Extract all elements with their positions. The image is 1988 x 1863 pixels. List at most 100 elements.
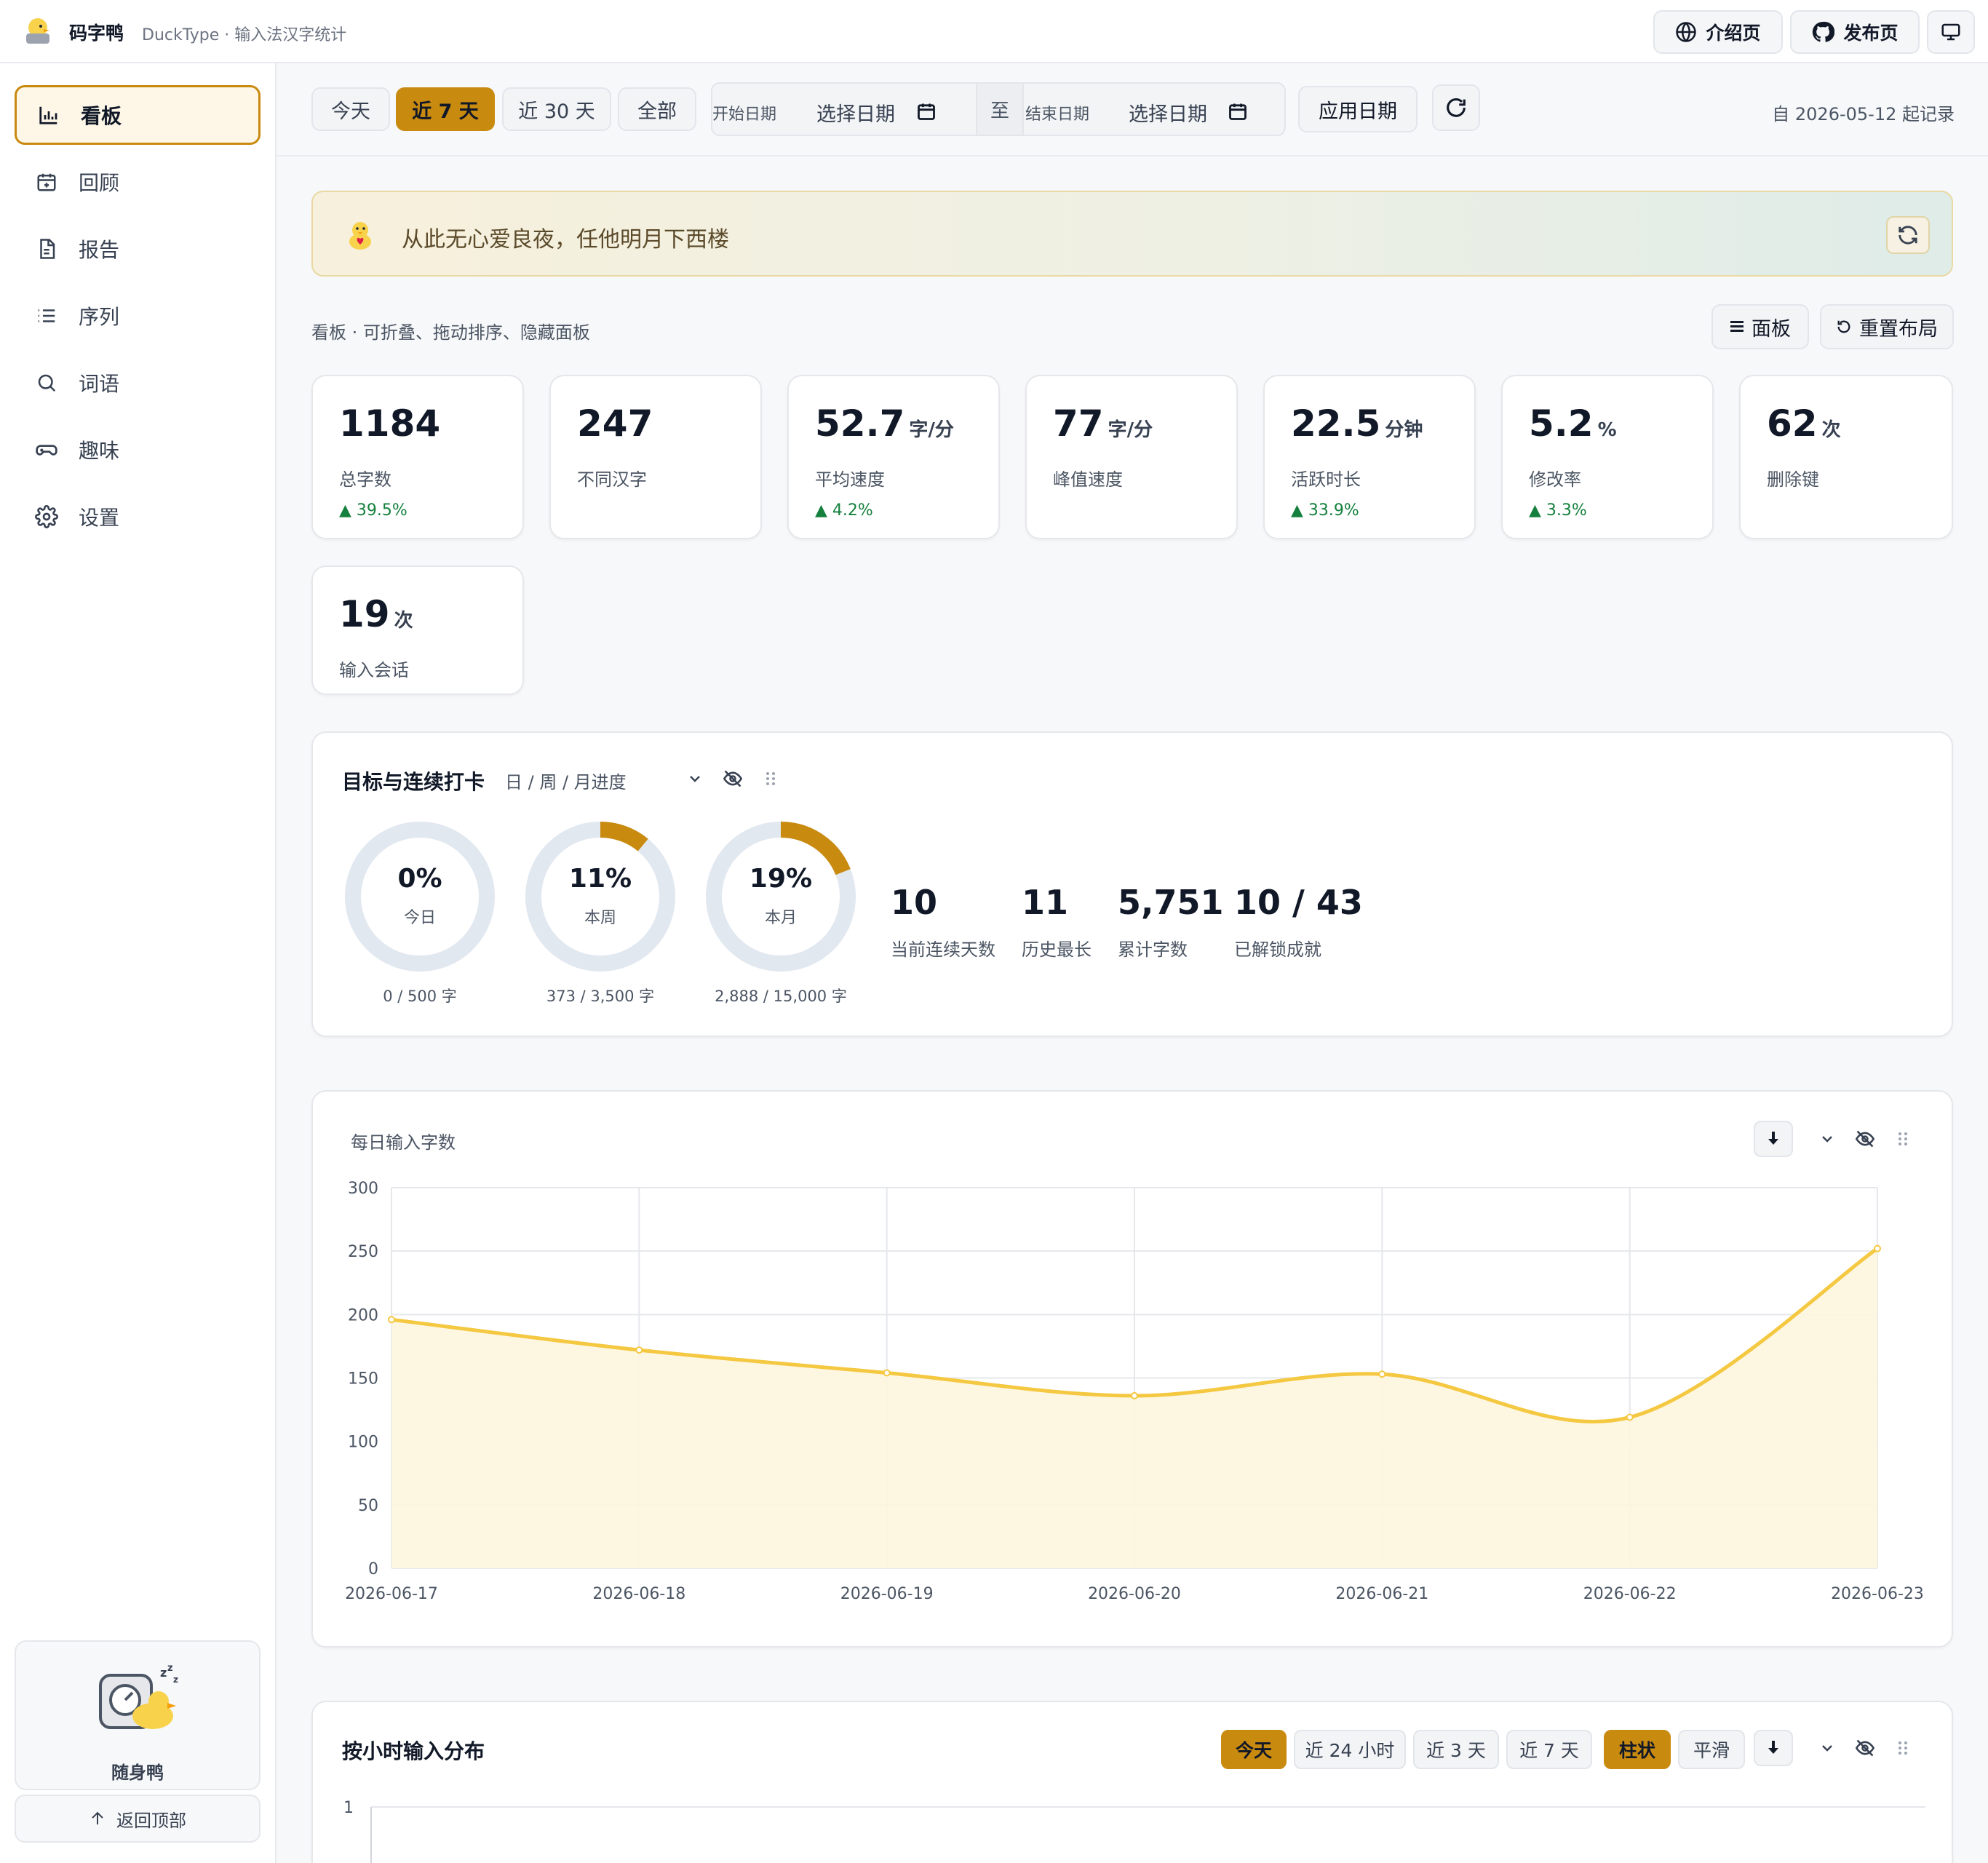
x-tick-label: 2026-06-18 bbox=[592, 1585, 685, 1603]
x-tick-label: 2026-06-20 bbox=[1088, 1585, 1181, 1603]
stat-card-peak-speed: 77 字/分 峰值速度 bbox=[1025, 375, 1238, 539]
y-tick-label: 100 bbox=[348, 1434, 378, 1452]
y-tick-label: 50 bbox=[358, 1497, 378, 1515]
total-chars-value: 5,751 bbox=[1118, 883, 1224, 922]
ring-caption: 373 / 3,500 字 bbox=[546, 988, 655, 1005]
sidebar-item-label: 序列 bbox=[79, 305, 120, 329]
globe-icon bbox=[1676, 22, 1697, 42]
stat-card-sessions: 19 次 输入会话 bbox=[311, 565, 524, 695]
reset-layout-button[interactable]: 重置布局 bbox=[1820, 304, 1954, 349]
sidebar-item-label: 回顾 bbox=[79, 171, 120, 195]
release-page-button[interactable]: 发布页 bbox=[1790, 10, 1920, 54]
quote-refresh-button[interactable] bbox=[1886, 216, 1930, 254]
sidebar-item-label: 报告 bbox=[79, 238, 120, 262]
data-point[interactable] bbox=[1874, 1244, 1881, 1252]
x-tick-label: 2026-06-21 bbox=[1335, 1585, 1428, 1603]
github-icon bbox=[1813, 21, 1835, 42]
chevron-down-icon[interactable] bbox=[683, 766, 707, 791]
data-point[interactable] bbox=[388, 1316, 395, 1324]
sidebar-item-sequence[interactable]: 序列 bbox=[15, 286, 261, 346]
range-today-button[interactable]: 今天 bbox=[311, 87, 390, 131]
sidebar-item-review[interactable]: 回顾 bbox=[15, 152, 261, 212]
date-toolbar: 今天 近 7 天 近 30 天 全部 开始日期 选择日期 至 结束日期 选择日期… bbox=[277, 63, 1988, 156]
back-to-top-button[interactable]: 返回顶部 bbox=[15, 1795, 261, 1843]
y-tick-label: 250 bbox=[348, 1243, 378, 1261]
stat-value: 5.2% bbox=[1529, 402, 1617, 445]
stat-unit: % bbox=[1597, 419, 1617, 441]
longest-streak-value: 11 bbox=[1022, 883, 1069, 922]
start-date-input[interactable]: 选择日期 bbox=[816, 98, 895, 127]
sidebar-item-report[interactable]: 报告 bbox=[15, 219, 261, 279]
range-all-button[interactable]: 全部 bbox=[618, 87, 696, 131]
y-tick-label: 1 bbox=[343, 1799, 354, 1817]
goals-subtitle: 日 / 周 / 月进度 bbox=[505, 772, 627, 793]
document-icon bbox=[33, 236, 60, 262]
back-to-top-label: 返回顶部 bbox=[116, 1810, 186, 1831]
stat-number: 19 bbox=[339, 593, 390, 635]
data-point[interactable] bbox=[1131, 1391, 1138, 1399]
stat-unit: 字/分 bbox=[1108, 419, 1153, 441]
stat-number: 52.7 bbox=[815, 402, 905, 445]
stat-value: 22.5 分钟 bbox=[1291, 402, 1423, 445]
mascot-label: 随身鸭 bbox=[111, 1763, 164, 1783]
ring-caption: 2,888 / 15,000 字 bbox=[715, 988, 847, 1005]
hide-panel-icon[interactable] bbox=[720, 766, 745, 791]
range-7d-button[interactable]: 近 7 天 bbox=[396, 87, 495, 131]
data-point[interactable] bbox=[883, 1369, 891, 1377]
ring-today: 0% 今日 bbox=[342, 819, 498, 974]
stat-number: 247 bbox=[577, 402, 653, 445]
sidebar-item-fun[interactable]: 趣味 bbox=[15, 420, 261, 480]
gamepad-icon bbox=[33, 437, 60, 463]
panels-button[interactable]: 面板 bbox=[1711, 304, 1809, 349]
stat-value: 77 字/分 bbox=[1053, 402, 1153, 445]
stat-number: 22.5 bbox=[1291, 402, 1381, 445]
apply-date-button[interactable]: 应用日期 bbox=[1298, 86, 1418, 132]
y-tick-label: 0 bbox=[368, 1560, 378, 1578]
stat-unit: 字/分 bbox=[909, 419, 954, 441]
stat-label: 输入会话 bbox=[339, 660, 409, 680]
stat-label: 平均速度 bbox=[815, 469, 885, 490]
stat-value: 62 次 bbox=[1767, 402, 1841, 445]
stat-label: 总字数 bbox=[339, 469, 391, 490]
stat-card-total-chars: 1184 总字数 ▲ 39.5% bbox=[311, 375, 524, 539]
end-date-input[interactable]: 选择日期 bbox=[1129, 98, 1207, 127]
stat-delta: ▲ 33.9% bbox=[1291, 501, 1359, 520]
current-streak-label: 当前连续天数 bbox=[891, 940, 995, 960]
stat-card-delete-keys: 62 次 删除键 bbox=[1739, 375, 1953, 539]
longest-streak-label: 历史最长 bbox=[1022, 940, 1092, 960]
date-separator: 至 bbox=[976, 84, 1024, 135]
refresh-icon bbox=[1447, 98, 1466, 117]
display-mode-button[interactable] bbox=[1927, 10, 1975, 54]
data-point[interactable] bbox=[1378, 1370, 1386, 1378]
achievements-label: 已解锁成就 bbox=[1234, 940, 1321, 960]
range-30d-button[interactable]: 近 30 天 bbox=[502, 87, 611, 131]
stat-card-edit-rate: 5.2% 修改率 ▲ 3.3% bbox=[1501, 375, 1714, 539]
data-point[interactable] bbox=[1626, 1413, 1634, 1421]
stat-value: 19 次 bbox=[339, 593, 413, 635]
app-subtitle: DuckType · 输入法汉字统计 bbox=[142, 26, 347, 44]
stat-number: 5.2 bbox=[1529, 402, 1594, 445]
mascot-card[interactable]: z z z 随身鸭 bbox=[15, 1640, 261, 1790]
calendar-icon[interactable] bbox=[916, 101, 937, 122]
achievements-value: 10 / 43 bbox=[1234, 883, 1363, 922]
calendar-icon[interactable] bbox=[1228, 101, 1248, 122]
y-tick-label: 150 bbox=[348, 1370, 378, 1389]
ring-percent: 11% bbox=[568, 864, 632, 894]
refresh-button[interactable] bbox=[1432, 84, 1480, 131]
intro-page-button[interactable]: 介绍页 bbox=[1653, 10, 1783, 54]
sidebar-item-settings[interactable]: 设置 bbox=[15, 487, 261, 547]
progress-ring bbox=[706, 822, 856, 972]
sidebar-item-words[interactable]: 词语 bbox=[15, 353, 261, 413]
data-point[interactable] bbox=[635, 1346, 643, 1354]
sidebar-item-label: 设置 bbox=[79, 506, 120, 530]
daily-chars-panel: 每日输入字数 0 50 100 150 200 250 300 2026-06-17 2026-… bbox=[311, 1090, 1953, 1648]
sidebar-item-dashboard[interactable]: 看板 bbox=[15, 85, 261, 145]
stat-value: 1184 bbox=[339, 402, 445, 445]
drag-handle-icon[interactable] bbox=[758, 766, 783, 791]
calendar-icon bbox=[33, 169, 60, 195]
app-name: 码字鸭 bbox=[69, 23, 124, 44]
stat-unit: 分钟 bbox=[1385, 419, 1423, 441]
main-content: 今天 近 7 天 近 30 天 全部 开始日期 选择日期 至 结束日期 选择日期… bbox=[277, 63, 1988, 1863]
stat-label: 活跃时长 bbox=[1291, 469, 1361, 490]
stat-label: 峰值速度 bbox=[1053, 469, 1123, 490]
